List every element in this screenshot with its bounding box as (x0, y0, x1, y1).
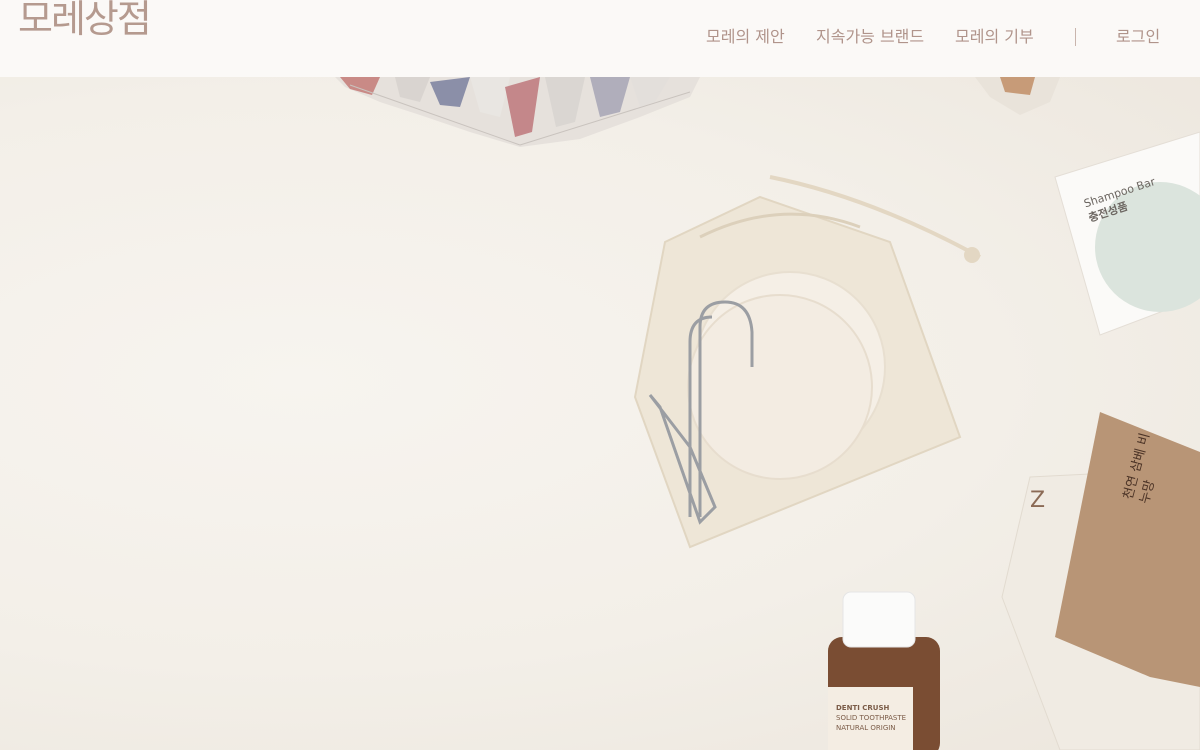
bottle-label-subtitle: SOLID TOOTHPASTE (836, 714, 907, 722)
nav-divider (1075, 28, 1076, 46)
site-header: 모레상점 모레의 제안 지속가능 브랜드 모레의 기부 로그인 (0, 0, 1200, 77)
login-link[interactable]: 로그인 (1116, 24, 1160, 50)
bottle-label-title: DENTI CRUSH (836, 704, 890, 712)
bottle-label-origin: NATURAL ORIGIN (836, 724, 896, 732)
bottle-label: DENTI CRUSH SOLID TOOTHPASTE NATURAL ORI… (836, 703, 906, 733)
hero-illustration: Z (335, 77, 1200, 750)
shampoo-box (1054, 131, 1200, 336)
soap-bag-mark: Z (1030, 488, 1045, 513)
soap-bag: Z (1001, 412, 1200, 750)
hero-image: Z Shampoo Bar 충전성품 천연 삼베 비누망 DENTI CRUSH… (0, 77, 1200, 750)
paper-wrappers (335, 77, 700, 147)
nav-item-proposal[interactable]: 모레의 제안 (706, 24, 785, 50)
soap-label-line-2: 삼베 (1128, 447, 1149, 475)
nav-item-sustainable-brands[interactable]: 지속가능 브랜드 (816, 24, 924, 50)
nav-item-donation[interactable]: 모레의 기부 (955, 24, 1034, 50)
brand-logo[interactable]: 모레상점 (18, 0, 158, 44)
small-card (975, 77, 1060, 115)
